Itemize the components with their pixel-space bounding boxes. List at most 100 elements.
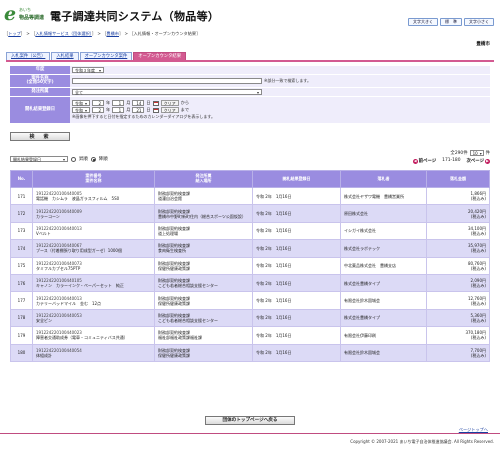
from-era-select[interactable]: 令和	[72, 100, 91, 106]
row-no: 175	[10, 256, 33, 275]
col-dept: 発注所属 納入場所	[154, 170, 253, 188]
to-era-select[interactable]: 令和	[72, 107, 91, 113]
from-month-input[interactable]: 1	[112, 100, 125, 106]
font-small-button[interactable]: 文字小さく	[464, 18, 494, 26]
row-case: 191224220100440013 カテリーバッドマイル 金む 12点	[32, 291, 155, 310]
case-name-link[interactable]: 障害者交通助成券（電車・コミュニティバス共通）	[36, 335, 128, 340]
row-case: 191224220100440073 タミフルカプセル75PTP	[32, 256, 155, 275]
row-dept: 財務部契約検査課 食肉衛生検査所	[154, 239, 253, 258]
font-size-controls: 文字大きく 標 準 文字小さく	[408, 18, 494, 26]
case-name-link[interactable]: キャノン カラーインク・ペーパーセット 純正	[36, 283, 124, 288]
site-logo[interactable]: e あいち 物品等調達	[4, 5, 44, 25]
tax-note: (税込み)	[470, 283, 486, 289]
delivery-place: 豊橋市中野町新町住内（総合スポーツ公園仮設）	[158, 213, 246, 219]
table-row: 179 191224220100440023 障害者交通助成券（電車・コミュニティバ…	[10, 326, 490, 345]
to-clear-button[interactable]: クリア	[160, 107, 179, 113]
per-page-select[interactable]: 10	[469, 150, 484, 156]
row-no: 173	[10, 221, 33, 241]
case-name-link[interactable]: 安全ピン	[36, 318, 52, 323]
case-name-link[interactable]: カラーコーン	[36, 214, 60, 219]
prev-page-link[interactable]: ◀ 前ページ	[412, 158, 436, 164]
copyright: Copyright © 2007-2021 あいち電子自治体推進協議会. All…	[350, 439, 494, 444]
tab-bid-results[interactable]: 入札結果	[51, 52, 79, 60]
per-page-value: 10	[472, 150, 478, 156]
tax-note: (税込み)	[470, 352, 486, 358]
sort-asc-radio[interactable]	[71, 156, 76, 162]
row-case: 191224220100440054 体組成計	[32, 343, 155, 362]
from-year-input[interactable]: 2	[92, 100, 105, 106]
row-amount: 34,100円 (税込み)	[426, 221, 490, 241]
from-clear-button[interactable]: クリア	[160, 100, 179, 106]
case-name-link[interactable]: タミフルカプセル75PTP	[36, 266, 80, 271]
delivery-place: 道灌自治会館	[158, 196, 182, 202]
case-name-link[interactable]: 体組成計	[36, 353, 52, 358]
row-case: 191224220100440067 ブース（付着棚張り取り用成型ガーゼ）1000…	[32, 239, 155, 258]
case-number: 191224220100440053	[36, 312, 82, 318]
row-no: 171	[10, 186, 33, 206]
to-day-input[interactable]: 21	[132, 107, 145, 113]
breadcrumb-org-select[interactable]: 入札情報サービス（団体選択）	[35, 31, 92, 36]
arrow-right-icon: ▶	[485, 158, 490, 164]
breadcrumb-sep: ］ > ［	[91, 31, 107, 36]
to-month-input[interactable]: 1	[112, 107, 125, 113]
footer-line	[0, 433, 500, 434]
sort-key-value: 開札結果登録日	[13, 156, 41, 162]
back-to-org-top-button[interactable]: 団体のトップページへ戻る	[205, 416, 295, 425]
delivery-place: こども若者総合相談支援センター	[158, 283, 218, 289]
row-case: 191224220100440023 障害者交通助成券（電車・コミュニティバス共通…	[32, 326, 155, 345]
row-date: 令和 2年 1月16日	[252, 308, 341, 328]
delivery-place: 福祉部福祉政策課福祉課	[158, 335, 202, 341]
row-dept: 財務部契約検査課 こども若者総合相談支援センター	[154, 273, 253, 293]
tab-open-counter-results[interactable]: オープンカウンタ結果	[133, 52, 186, 60]
breadcrumb-current: 入札情報・オープンカウンタ結果	[133, 31, 197, 36]
from-day-input[interactable]: 14	[132, 100, 145, 106]
search-button[interactable]: 検 索	[10, 132, 70, 141]
search-form: 年度 令和３年度 案件名称 (全角50文字) ※部分一致で検索します。 発注所属…	[10, 66, 490, 124]
row-case: 191224220100440005 電話機 カシムラ 液晶ガラスフィルム 5S0	[32, 186, 155, 206]
row-no: 176	[10, 273, 33, 293]
row-date: 令和 2年 1月16日	[252, 326, 341, 345]
table-row: 176 191224220100440105 キャノン カラーインク・ペーパーセット…	[10, 273, 490, 293]
tax-note: (税込み)	[470, 317, 486, 323]
calendar-icon[interactable]	[152, 100, 159, 106]
breadcrumb-top[interactable]: トップ	[8, 31, 21, 36]
calendar-icon[interactable]	[152, 107, 159, 113]
row-date: 令和 2年 1月16日	[252, 291, 341, 310]
col-amount: 落札金額	[426, 170, 490, 188]
department-select[interactable]: 全て	[72, 89, 262, 95]
per-page-suffix: 件	[485, 151, 490, 156]
case-name-link[interactable]: 電話機 カシムラ 液晶ガラスフィルム 5S0	[36, 196, 119, 201]
case-name-link[interactable]: Vベルト	[36, 231, 51, 236]
sort-key-select[interactable]: 開札結果登録日	[10, 156, 68, 162]
row-no: 177	[10, 291, 33, 310]
from-suffix: から	[180, 100, 190, 105]
tab-bid-cases[interactable]: 入札案件（公告）	[6, 52, 51, 60]
results-table: No. 案件番号 案件名称 発注所属 納入場所 開札結果登録日 落札者 落札金額…	[10, 170, 490, 362]
row-case: 191224220100440013 Vベルト	[32, 221, 155, 241]
case-name-link[interactable]: ブース（付着棚張り取り用成型ガーゼ）1000個	[36, 248, 122, 253]
delivery-place: こども若者総合相談支援センター	[158, 317, 218, 323]
breadcrumb-city[interactable]: 豊橋市	[106, 31, 119, 36]
row-vendor: 株式会社ラボテック	[340, 239, 427, 258]
day-unit: 日	[146, 107, 151, 112]
case-name-link[interactable]: カテリーバッドマイル 金む 12点	[36, 301, 101, 306]
tab-open-counter-cases[interactable]: オープンカウンタ案件	[79, 52, 133, 60]
row-vendor: 株式会社豊橋タイプ	[340, 308, 427, 328]
row-dept: 財務部契約検査課 道上処理場	[154, 221, 253, 241]
font-standard-button[interactable]: 標 準	[440, 18, 462, 26]
year-select[interactable]: 令和３年度	[72, 67, 104, 73]
row-dept: 財務部契約検査課 道灌自治会館	[154, 186, 253, 206]
tax-note: (税込み)	[470, 230, 486, 236]
row-no: 180	[10, 343, 33, 362]
arrow-left-icon: ◀	[412, 158, 418, 164]
to-year-input[interactable]: 2	[92, 107, 105, 113]
delivery-place: 保健所健康政策課	[158, 352, 190, 358]
from-era-value: 令和	[75, 100, 83, 106]
month-unit: 月	[126, 100, 131, 105]
breadcrumb: ［トップ］ > ［入札情報サービス（団体選択）］ > ［豊橋市］ > ［入札情報…	[4, 31, 200, 37]
next-page-link[interactable]: 次ページ ▶	[467, 158, 490, 164]
font-large-button[interactable]: 文字大きく	[408, 18, 438, 26]
calendar-note: ※画像を押下すると日付を指定するためのカレンダーダイアログを表示します。	[72, 114, 215, 119]
case-name-input[interactable]	[72, 78, 262, 84]
sort-desc-radio[interactable]	[90, 156, 96, 162]
